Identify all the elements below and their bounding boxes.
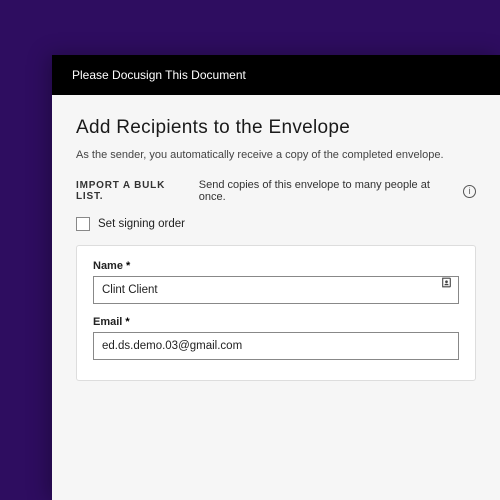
name-label: Name * [93, 260, 459, 272]
signing-order-checkbox[interactable] [76, 217, 90, 231]
email-label: Email * [93, 316, 459, 328]
required-mark: * [125, 316, 129, 328]
titlebar-text: Please Docusign This Document [72, 68, 246, 82]
signing-order-row: Set signing order [76, 217, 476, 231]
email-label-text: Email [93, 316, 122, 328]
name-input[interactable] [93, 276, 459, 304]
email-field-group: Email * [93, 316, 459, 360]
signing-order-label: Set signing order [98, 218, 185, 230]
content-area: Add Recipients to the Envelope As the se… [52, 95, 500, 403]
page-heading: Add Recipients to the Envelope [76, 117, 476, 139]
bulk-import-link[interactable]: IMPORT A BULK LIST. [76, 180, 195, 202]
name-field-group: Name * [93, 260, 459, 304]
titlebar: Please Docusign This Document [52, 55, 500, 95]
required-mark: * [126, 260, 130, 272]
page-subtext: As the sender, you automatically receive… [76, 149, 476, 161]
info-icon[interactable]: i [463, 185, 476, 198]
email-input[interactable] [93, 332, 459, 360]
name-label-text: Name [93, 260, 123, 272]
recipient-card: Name * Email * [76, 245, 476, 381]
bulk-import-row: IMPORT A BULK LIST. Send copies of this … [76, 179, 476, 203]
modal-panel: Please Docusign This Document Add Recipi… [52, 55, 500, 500]
contact-book-icon[interactable] [439, 275, 453, 289]
bulk-import-desc: Send copies of this envelope to many peo… [199, 179, 457, 203]
